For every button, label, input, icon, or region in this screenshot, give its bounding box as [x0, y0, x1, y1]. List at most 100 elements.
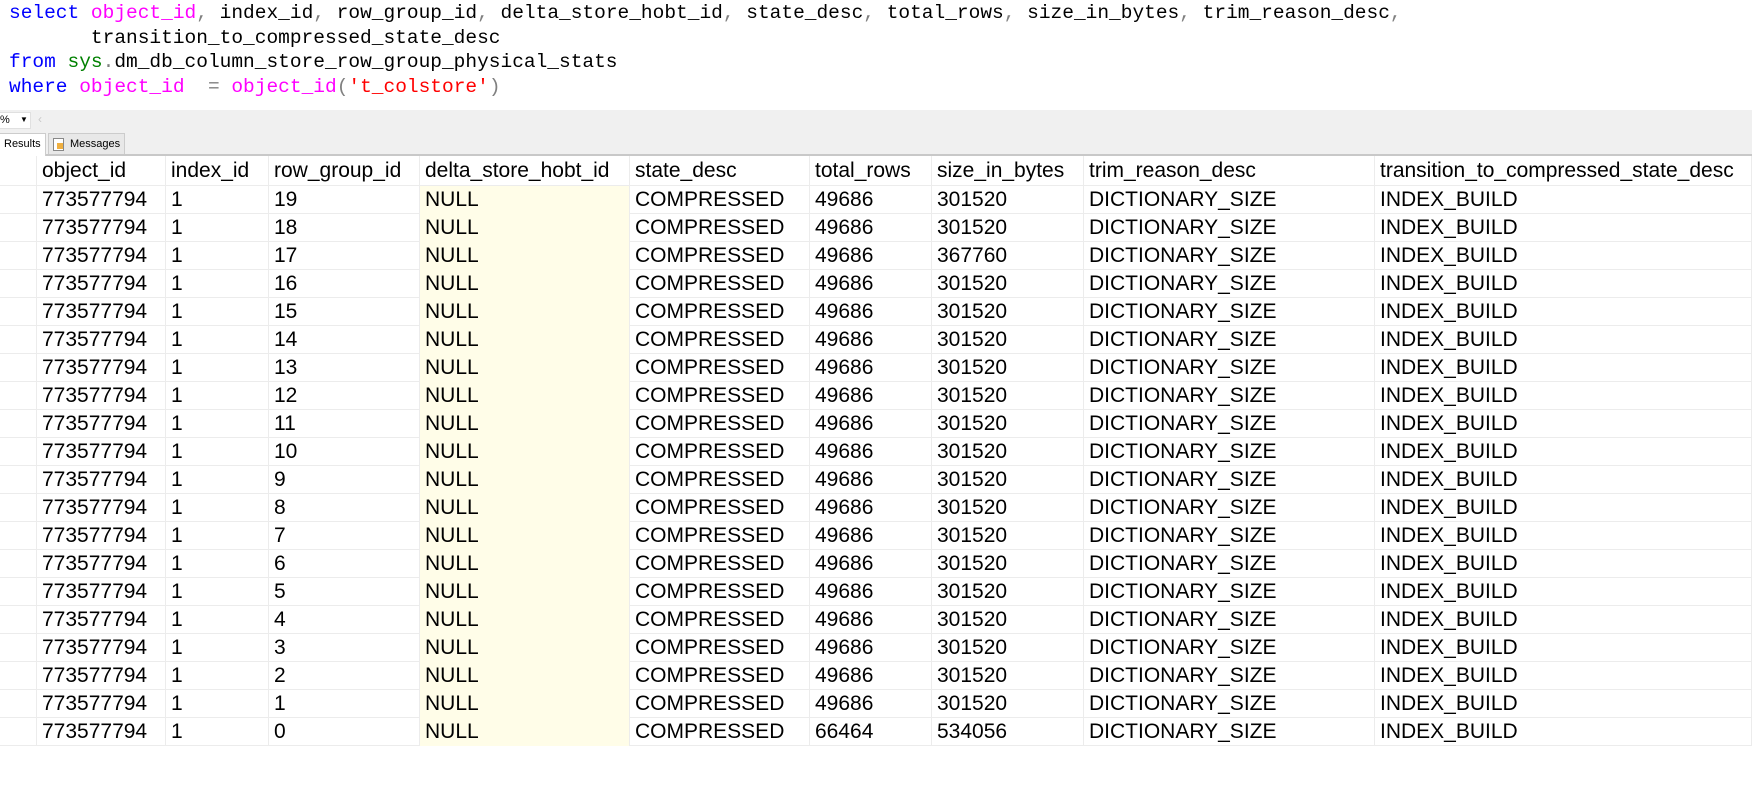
row-number[interactable]: 0: [0, 438, 37, 466]
cell-row-group-id[interactable]: 10: [269, 438, 420, 466]
cell-delta-store-hobt-id[interactable]: NULL: [420, 186, 630, 214]
cell-trim-reason-desc[interactable]: DICTIONARY_SIZE: [1084, 690, 1375, 718]
cell-state-desc[interactable]: COMPRESSED: [630, 606, 810, 634]
tab-messages[interactable]: Messages: [48, 133, 126, 154]
row-number[interactable]: [0, 410, 37, 438]
cell-row-group-id[interactable]: 3: [269, 634, 420, 662]
cell-trim-reason-desc[interactable]: DICTIONARY_SIZE: [1084, 214, 1375, 242]
cell-size-in-bytes[interactable]: 301520: [932, 662, 1084, 690]
row-number[interactable]: [0, 298, 37, 326]
cell-size-in-bytes[interactable]: 301520: [932, 382, 1084, 410]
cell-object-id[interactable]: 773577794: [37, 382, 166, 410]
cell-index-id[interactable]: 1: [166, 382, 269, 410]
cell-delta-store-hobt-id[interactable]: NULL: [420, 410, 630, 438]
cell-trim-reason-desc[interactable]: DICTIONARY_SIZE: [1084, 634, 1375, 662]
cell-total-rows[interactable]: 49686: [810, 494, 932, 522]
cell-trim-reason-desc[interactable]: DICTIONARY_SIZE: [1084, 522, 1375, 550]
cell-trim-reason-desc[interactable]: DICTIONARY_SIZE: [1084, 662, 1375, 690]
cell-index-id[interactable]: 1: [166, 494, 269, 522]
cell-total-rows[interactable]: 49686: [810, 326, 932, 354]
row-number[interactable]: 4: [0, 550, 37, 578]
row-number[interactable]: [0, 214, 37, 242]
cell-delta-store-hobt-id[interactable]: NULL: [420, 382, 630, 410]
chevron-down-icon[interactable]: ▼: [20, 112, 28, 127]
column-header-state-desc[interactable]: state_desc: [630, 156, 810, 186]
cell-size-in-bytes[interactable]: 301520: [932, 578, 1084, 606]
cell-size-in-bytes[interactable]: 301520: [932, 606, 1084, 634]
sql-code[interactable]: select object_id, index_id, row_group_id…: [9, 1, 1402, 99]
cell-object-id[interactable]: 773577794: [37, 578, 166, 606]
cell-object-id[interactable]: 773577794: [37, 662, 166, 690]
cell-trim-reason-desc[interactable]: DICTIONARY_SIZE: [1084, 326, 1375, 354]
cell-trim-reason-desc[interactable]: DICTIONARY_SIZE: [1084, 606, 1375, 634]
cell-transition-to-compressed-state-desc[interactable]: INDEX_BUILD: [1375, 634, 1752, 662]
cell-index-id[interactable]: 1: [166, 522, 269, 550]
row-number[interactable]: [0, 270, 37, 298]
cell-size-in-bytes[interactable]: 367760: [932, 242, 1084, 270]
cell-index-id[interactable]: 1: [166, 662, 269, 690]
cell-size-in-bytes[interactable]: 301520: [932, 410, 1084, 438]
cell-delta-store-hobt-id[interactable]: NULL: [420, 578, 630, 606]
cell-transition-to-compressed-state-desc[interactable]: INDEX_BUILD: [1375, 186, 1752, 214]
cell-row-group-id[interactable]: 1: [269, 690, 420, 718]
cell-object-id[interactable]: 773577794: [37, 634, 166, 662]
cell-index-id[interactable]: 1: [166, 634, 269, 662]
cell-row-group-id[interactable]: 19: [269, 186, 420, 214]
cell-trim-reason-desc[interactable]: DICTIONARY_SIZE: [1084, 242, 1375, 270]
cell-transition-to-compressed-state-desc[interactable]: INDEX_BUILD: [1375, 662, 1752, 690]
cell-trim-reason-desc[interactable]: DICTIONARY_SIZE: [1084, 438, 1375, 466]
column-header-object-id[interactable]: object_id: [37, 156, 166, 186]
row-number[interactable]: [0, 382, 37, 410]
cell-object-id[interactable]: 773577794: [37, 354, 166, 382]
cell-state-desc[interactable]: COMPRESSED: [630, 662, 810, 690]
cell-size-in-bytes[interactable]: 301520: [932, 298, 1084, 326]
row-number[interactable]: 5: [0, 578, 37, 606]
cell-trim-reason-desc[interactable]: DICTIONARY_SIZE: [1084, 382, 1375, 410]
cell-object-id[interactable]: 773577794: [37, 466, 166, 494]
cell-object-id[interactable]: 773577794: [37, 718, 166, 746]
cell-delta-store-hobt-id[interactable]: NULL: [420, 606, 630, 634]
cell-index-id[interactable]: 1: [166, 718, 269, 746]
cell-index-id[interactable]: 1: [166, 690, 269, 718]
cell-state-desc[interactable]: COMPRESSED: [630, 298, 810, 326]
cell-total-rows[interactable]: 49686: [810, 270, 932, 298]
cell-size-in-bytes[interactable]: 301520: [932, 438, 1084, 466]
cell-total-rows[interactable]: 49686: [810, 522, 932, 550]
cell-transition-to-compressed-state-desc[interactable]: INDEX_BUILD: [1375, 354, 1752, 382]
cell-state-desc[interactable]: COMPRESSED: [630, 438, 810, 466]
cell-delta-store-hobt-id[interactable]: NULL: [420, 438, 630, 466]
cell-index-id[interactable]: 1: [166, 298, 269, 326]
row-number[interactable]: [0, 326, 37, 354]
cell-index-id[interactable]: 1: [166, 214, 269, 242]
cell-delta-store-hobt-id[interactable]: NULL: [420, 270, 630, 298]
cell-row-group-id[interactable]: 4: [269, 606, 420, 634]
cell-transition-to-compressed-state-desc[interactable]: INDEX_BUILD: [1375, 214, 1752, 242]
cell-row-group-id[interactable]: 6: [269, 550, 420, 578]
cell-row-group-id[interactable]: 8: [269, 494, 420, 522]
cell-object-id[interactable]: 773577794: [37, 270, 166, 298]
cell-transition-to-compressed-state-desc[interactable]: INDEX_BUILD: [1375, 410, 1752, 438]
cell-row-group-id[interactable]: 13: [269, 354, 420, 382]
cell-object-id[interactable]: 773577794: [37, 214, 166, 242]
cell-object-id[interactable]: 773577794: [37, 606, 166, 634]
cell-size-in-bytes[interactable]: 301520: [932, 270, 1084, 298]
row-number[interactable]: 6: [0, 606, 37, 634]
cell-object-id[interactable]: 773577794: [37, 298, 166, 326]
cell-object-id[interactable]: 773577794: [37, 522, 166, 550]
cell-size-in-bytes[interactable]: 301520: [932, 494, 1084, 522]
row-number[interactable]: 8: [0, 662, 37, 690]
cell-size-in-bytes[interactable]: 301520: [932, 522, 1084, 550]
cell-row-group-id[interactable]: 0: [269, 718, 420, 746]
cell-trim-reason-desc[interactable]: DICTIONARY_SIZE: [1084, 718, 1375, 746]
scroll-left-icon[interactable]: ‹: [38, 112, 42, 126]
column-header-transition-to-compressed-state-desc[interactable]: transition_to_compressed_state_desc: [1375, 156, 1752, 186]
cell-delta-store-hobt-id[interactable]: NULL: [420, 326, 630, 354]
cell-index-id[interactable]: 1: [166, 606, 269, 634]
cell-object-id[interactable]: 773577794: [37, 550, 166, 578]
row-number[interactable]: 1: [0, 466, 37, 494]
cell-row-group-id[interactable]: 9: [269, 466, 420, 494]
cell-row-group-id[interactable]: 16: [269, 270, 420, 298]
cell-total-rows[interactable]: 49686: [810, 550, 932, 578]
cell-row-group-id[interactable]: 11: [269, 410, 420, 438]
cell-total-rows[interactable]: 66464: [810, 718, 932, 746]
